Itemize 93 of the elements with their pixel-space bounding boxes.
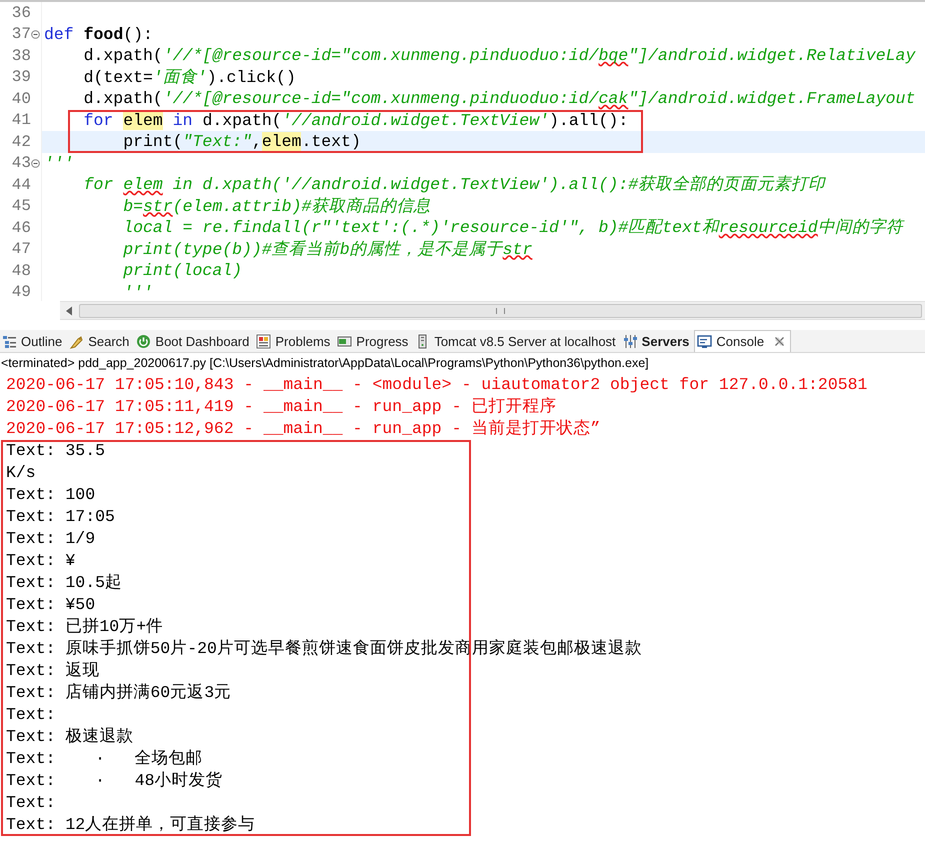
error-output-line: 2020-06-17 17:05:12,962 - __main__ - run_app - 当前是打开状态” — [5, 418, 600, 440]
fold-icon[interactable] — [31, 30, 40, 39]
view-tab[interactable]: Search — [67, 330, 134, 352]
code-text: d.xpath( — [82, 89, 163, 108]
output-line: Text: ¥50 — [5, 594, 96, 616]
function-name: food — [82, 24, 124, 44]
line-number: 45 — [12, 197, 31, 216]
line-number: 48 — [12, 262, 31, 280]
code-text: (): — [123, 24, 153, 44]
keyword: for — [82, 110, 114, 130]
output-line: Text: · 48小时发货 — [5, 770, 223, 792]
keyword: in — [172, 110, 193, 130]
line-number: 44 — [12, 176, 31, 194]
code-text: d.xpath( — [82, 46, 163, 65]
string-literal: for — [82, 175, 114, 194]
line-number: 49 — [12, 283, 31, 301]
code-text: print( — [122, 132, 183, 151]
line-number: 42 — [12, 132, 31, 151]
string-literal: ''' — [44, 154, 74, 172]
misspelled-word: cak — [598, 89, 628, 108]
view-tab[interactable]: Problems — [254, 330, 336, 352]
string-literal: '//*[@resource-id="com.xunmeng.pinduoduo:id/ — [162, 89, 598, 108]
string-literal: local = re.findall(r"'text':(.*)'resource-id'", b)#匹配text和 — [122, 218, 719, 237]
string-literal: in d.xpath('//android.widget.TextView').all():#获取全部的页面元素打印 — [172, 175, 826, 194]
line-number: 41 — [12, 111, 31, 130]
line-number: 47 — [12, 240, 31, 258]
close-icon[interactable] — [774, 336, 786, 347]
outline-icon — [2, 334, 17, 348]
view-tab[interactable]: Console — [694, 330, 792, 352]
code-text: ).all(): — [549, 110, 628, 130]
line-number: 39 — [12, 68, 31, 86]
scrollbar-thumb[interactable] — [79, 304, 922, 318]
output-line: Text: — [5, 704, 56, 726]
misspelled-word: resourceid — [718, 218, 818, 237]
string-literal: b= — [122, 196, 144, 216]
string-literal: '面食' — [152, 68, 207, 86]
output-line: Text: 1/9 — [5, 528, 96, 550]
string-literal: '//android.widget.TextView' — [282, 110, 550, 130]
output-line: Text: 店铺内拼满60元返3元 — [5, 682, 232, 704]
string-literal: "]/android.widget.RelativeLay — [628, 46, 916, 65]
string-literal: "]/android.widget.FrameLayout — [628, 89, 916, 108]
misspelled-word: str — [143, 196, 173, 216]
console-header: <terminated> pdd_app_20200617.py [C:\Users\Administrator\AppData\Local\Programs\Python\Python36\python.exe] — [0, 355, 650, 372]
view-tab[interactable]: Tomcat v8.5 Server at localhost — [413, 330, 621, 352]
console-icon — [697, 334, 712, 349]
string-literal: (elem.attrib)#获取商品的信息 — [172, 196, 430, 216]
output-line: Text: ¥ — [5, 550, 76, 572]
highlighted-occurrence: elem — [262, 132, 302, 151]
code-text: d.xpath( — [201, 110, 282, 130]
output-line: Text: 极速退款 — [5, 726, 134, 748]
output-line: K/s — [5, 462, 36, 484]
error-output-line: 2020-06-17 17:05:11,419 - __main__ - run_app - 已打开程序 — [5, 396, 556, 418]
string-literal: "Text:" — [182, 132, 252, 151]
servers-icon — [622, 334, 638, 348]
view-tab[interactable]: Boot Dashboard — [134, 330, 254, 352]
code-editor[interactable] — [0, 0, 925, 320]
output-line: Text: 10.5起 — [5, 572, 122, 594]
problems-icon — [256, 334, 272, 348]
view-tab[interactable]: Servers — [620, 330, 694, 352]
code-text: ).click() — [206, 68, 296, 86]
line-number: 38 — [12, 46, 31, 65]
output-line: Text: 100 — [5, 484, 96, 506]
output-line: Text: — [5, 792, 56, 814]
string-literal: ''' — [122, 282, 153, 301]
code-text: .text) — [301, 132, 361, 151]
keyword: def — [44, 24, 74, 44]
output-line: Text: 17:05 — [5, 506, 115, 528]
line-number: 43 — [12, 154, 31, 172]
output-line: Text: 已拼10万+件 — [5, 616, 164, 638]
code-text: d(text= — [82, 68, 153, 86]
misspelled-word: elem — [123, 175, 163, 194]
code-text: , — [252, 132, 262, 151]
line-number: 37 — [12, 25, 31, 44]
string-literal: print(local) — [122, 261, 242, 280]
misspelled-word: str — [502, 240, 532, 258]
line-number: 36 — [12, 4, 31, 22]
output-line: Text: 12人在拼单，可直接参与 — [5, 814, 256, 836]
string-literal: print(type(b))#查看当前b的属性，是不是属于 — [122, 240, 503, 258]
horizontal-scrollbar[interactable] — [60, 301, 925, 320]
line-number: 46 — [12, 218, 31, 237]
string-literal: 中间的字符 — [818, 218, 903, 237]
view-tab[interactable]: Outline — [0, 330, 68, 352]
output-line: Text: 返现 — [5, 660, 100, 682]
power-icon — [136, 334, 152, 348]
error-output-line: 2020-06-17 17:05:10,843 - __main__ - <module> - uiautomator2 object for 127.0.0.1:20581 — [5, 374, 868, 396]
progress-bar-icon — [337, 334, 352, 348]
misspelled-word: bqe — [598, 46, 628, 65]
output-line: Text: 35.5 — [5, 440, 106, 462]
output-line: Text: · 全场包邮 — [5, 748, 203, 770]
fold-icon[interactable] — [31, 158, 40, 168]
line-number: 40 — [12, 90, 31, 108]
string-literal: '//*[@resource-id="com.xunmeng.pinduoduo:id/ — [162, 46, 598, 65]
view-tab[interactable]: Progress — [335, 330, 414, 352]
